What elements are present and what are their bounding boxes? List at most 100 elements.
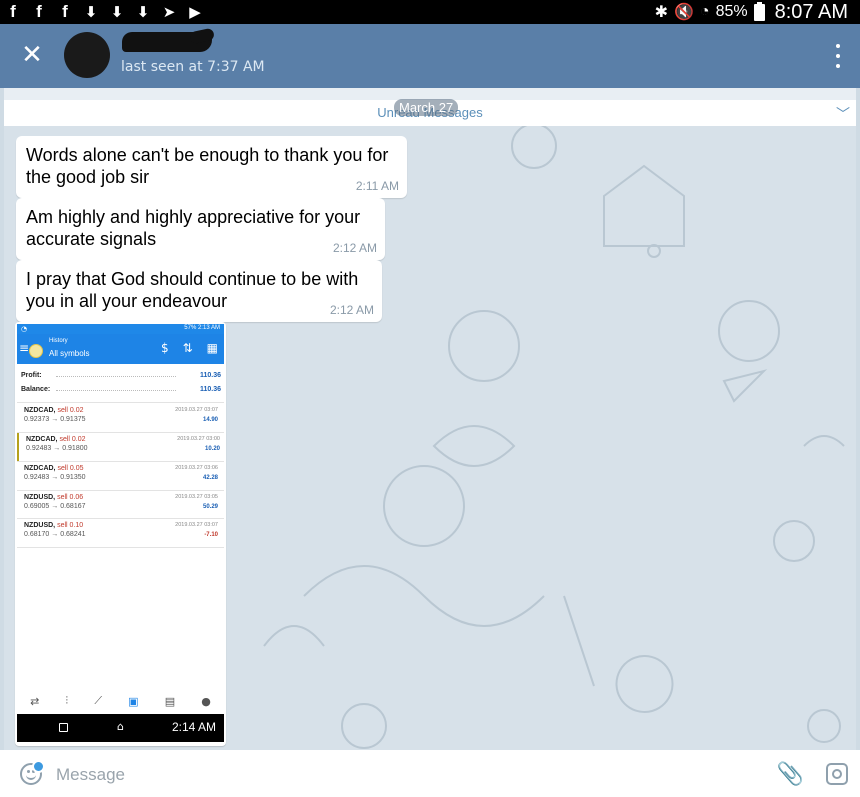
trade-prices: 0.92373 → 0.91375 [24,416,86,423]
profit-row: Profit: 110.36 [21,372,221,379]
screenshot-nav-time: 2:14 AM [171,720,216,734]
play-store-icon: ▶ [189,3,201,21]
clock: 8:07 AM [774,0,848,23]
trade-side: sell 0.02 [57,407,84,414]
chevron-down-icon[interactable]: ﹀ [836,104,850,124]
trade-profit: 50.29 [202,504,218,510]
screenshot-title: History [49,338,68,344]
dotted-leader [56,390,176,391]
image-message[interactable]: ◔ 57% 2:13 AM ≡ History All symbols $ ⇅ … [15,322,226,746]
message-composer: 📎 [0,750,860,797]
trade-symbol: NZDCAD, [24,407,56,414]
close-button[interactable]: ✕ [20,41,44,69]
facebook-icon: f [10,2,16,21]
bluetooth-icon: ✱ [654,4,668,21]
facebook-icon: f [36,2,42,21]
trade-date: 2019.03.27 03:06 [175,465,218,471]
news-icon: ▤ [164,694,176,708]
download-icon: ⬇ [136,3,150,21]
wifi-icon: ◔ [699,3,710,20]
trade-side: sell 0.10 [57,522,84,529]
chat-icon: ● [201,694,211,708]
trade-symbol: NZDCAD, [24,465,56,472]
screenshot-subtitle: All symbols [49,349,90,358]
trade-side: sell 0.02 [59,436,86,443]
message-text: Words alone can't be enough to thank you… [26,145,389,187]
chat-header: ✕ last seen at 7:37 AM [0,24,860,88]
download-icon: ⬇ [110,3,124,21]
trade-profit: 14.90 [202,417,218,423]
emoji-icon[interactable] [20,760,45,785]
avatar[interactable] [64,32,110,78]
trade-symbol: NZDUSD, [24,522,56,529]
dot-icon [836,54,840,58]
trade-date: 2019.03.27 03:05 [175,494,218,500]
divider [17,547,224,548]
notification-icons: f f f ⬇ ⬇ ⬇ ➤ ▶ [2,0,206,24]
camera-icon[interactable] [826,763,848,785]
mute-icon: 🔇 [673,4,694,21]
menu-icon: ≡ [19,341,30,355]
trade-date: 2019.03.27 03:07 [175,407,218,413]
trade-profit: 42.28 [202,475,218,481]
balance-row: Balance: 110.36 [21,386,221,393]
trade-side: sell 0.06 [57,494,84,501]
recents-icon [59,723,68,732]
whatsapp-icon: ◔ [21,325,28,333]
trade-prices: 0.69005 → 0.68167 [24,503,86,510]
history-icon: ▣ [128,694,139,708]
telegram-icon: ➤ [162,3,176,21]
more-options-button[interactable] [828,44,848,68]
trade-prices: 0.68170 → 0.68241 [24,531,86,538]
app-logo-icon [29,344,43,358]
sort-icon: ⇅ [182,341,193,355]
download-icon: ⬇ [84,3,98,21]
screenshot-status-bar: ◔ 57% 2:13 AM [17,324,224,334]
home-icon: ⌂ [117,720,124,733]
trade-row: NZDCAD, sell 0.02 0.92483 → 0.91800 2019… [17,433,226,461]
screenshot-nav-bar: ⌂ 2:14 AM [17,714,224,742]
dot-icon [836,64,840,68]
profit-label: Profit: [21,372,42,379]
message-bubble[interactable]: Am highly and highly appreciative for yo… [16,198,385,260]
dot-icon [836,44,840,48]
calendar-icon: ▦ [206,341,218,355]
camera-lens [832,769,842,779]
trade-icon: ⟋ [94,694,103,707]
message-time: 2:12 AM [329,303,374,317]
trade-date: 2019.03.27 03:00 [177,436,220,442]
screenshot-app-header: ≡ History All symbols $ ⇅ ▦ [17,334,224,364]
balance-label: Balance: [21,386,51,393]
trade-date: 2019.03.27 03:07 [175,522,218,528]
paperclip-icon[interactable]: 📎 [777,762,804,787]
message-input[interactable] [54,760,718,790]
facebook-icon: f [62,2,68,21]
last-seen-status: last seen at 7:37 AM [121,59,265,75]
message-text: I pray that God should continue to be wi… [26,269,359,311]
chart-icon: ⫶ [65,694,69,707]
message-bubble[interactable]: Words alone can't be enough to thank you… [16,136,407,198]
trade-symbol: NZDUSD, [24,494,56,501]
divider [17,402,224,403]
dotted-leader [56,376,176,377]
message-bubble[interactable]: I pray that God should continue to be wi… [16,260,382,322]
trade-row: NZDCAD, sell 0.02 0.92373 → 0.91375 2019… [17,404,224,432]
date-badge: March 27 [394,99,459,116]
trade-row: NZDUSD, sell 0.06 0.69005 → 0.68167 2019… [17,491,224,519]
trade-prices: 0.92483 → 0.91800 [26,445,88,452]
profit-value: 110.36 [199,372,221,379]
trade-symbol: NZDCAD, [26,436,58,443]
battery-icon [753,1,765,21]
battery-percent: 85% [715,3,748,20]
status-bar: f f f ⬇ ⬇ ⬇ ➤ ▶ ✱ 🔇 ◔ 85% 8:07 AM [0,0,860,24]
message-text: Am highly and highly appreciative for yo… [26,207,361,249]
message-time: 2:11 AM [355,179,399,193]
screenshot-status-text: 57% 2:13 AM [184,325,220,331]
quotes-icon: ⇄ [30,694,40,708]
trade-row: NZDUSD, sell 0.10 0.68170 → 0.68241 2019… [17,519,224,547]
trade-row: NZDCAD, sell 0.05 0.92483 → 0.91350 2019… [17,462,224,490]
chat-area[interactable]: Words alone can't be enough to thank you… [4,126,856,750]
system-status: ✱ 🔇 ◔ 85% 8:07 AM [655,0,848,24]
trade-side: sell 0.05 [57,465,84,472]
balance-value: 110.36 [199,386,221,393]
